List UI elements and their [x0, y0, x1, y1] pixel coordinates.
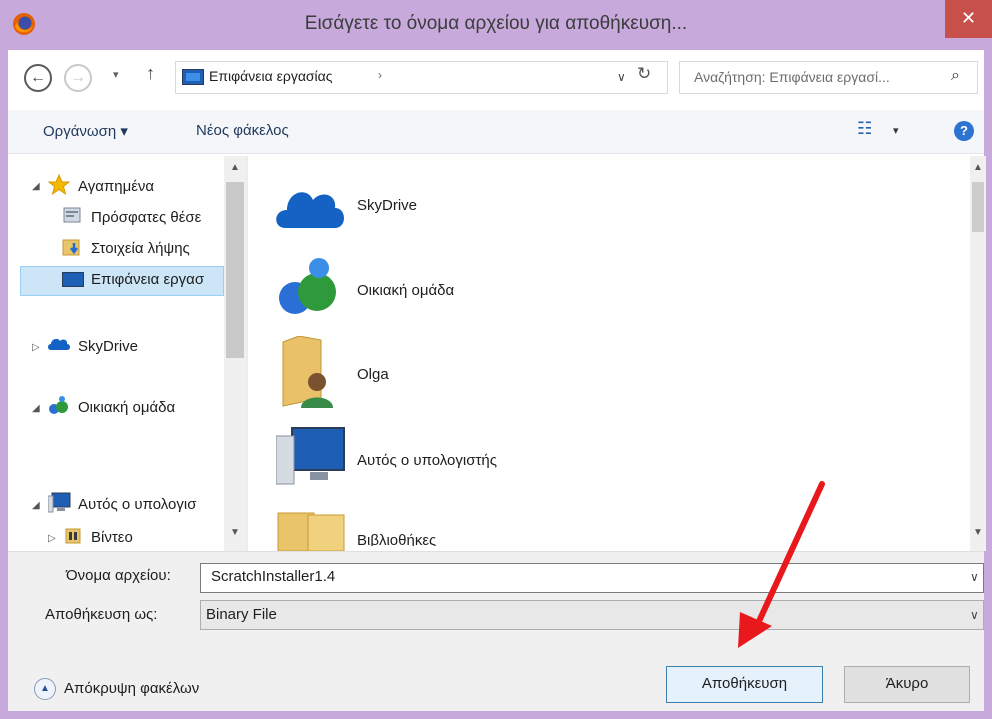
window-frame-left	[0, 50, 8, 719]
scroll-up-arrow-icon[interactable]: ▲	[973, 162, 983, 173]
save-button[interactable]: Αποθήκευση	[666, 666, 823, 703]
filename-dropdown-button[interactable]: ∨	[970, 570, 979, 584]
homegroup-icon	[47, 395, 71, 420]
libraries-icon	[276, 509, 348, 554]
star-icon	[47, 173, 71, 199]
forward-button[interactable]: →	[64, 64, 92, 92]
file-item-homegroup[interactable]: Οικιακή ομάδα	[357, 282, 454, 299]
refresh-button[interactable]: ↻	[637, 64, 651, 84]
scroll-down-arrow-icon[interactable]: ▼	[230, 527, 240, 538]
filename-label: Όνομα αρχείου:	[66, 567, 171, 584]
tree-item-recent-places[interactable]: Πρόσφατες θέσε	[91, 209, 201, 226]
close-button[interactable]: ✕	[945, 0, 992, 38]
scroll-down-arrow-icon[interactable]: ▼	[973, 527, 983, 538]
save-as-type-select[interactable]	[200, 600, 984, 630]
help-button[interactable]: ?	[954, 121, 974, 141]
view-options-icon[interactable]: ☷	[857, 119, 872, 139]
save-as-type-value[interactable]: Binary File	[206, 606, 277, 623]
recent-locations-button[interactable]: ▾	[113, 68, 119, 81]
search-placeholder: Αναζήτηση: Επιφάνεια εργασί...	[694, 69, 890, 85]
save-as-type-label: Αποθήκευση ως:	[45, 606, 158, 623]
tree-item-this-pc[interactable]: Αυτός ο υπολογισ	[78, 496, 196, 513]
videos-icon	[64, 527, 82, 548]
tree-item-homegroup[interactable]: Οικιακή ομάδα	[78, 399, 175, 416]
organize-button[interactable]: Οργάνωση ▾	[43, 122, 128, 140]
file-item-skydrive[interactable]: SkyDrive	[357, 197, 417, 214]
new-folder-button[interactable]: Νέος φάκελος	[196, 122, 289, 139]
collapse-arrow-icon[interactable]: ▷	[48, 533, 56, 544]
window-frame-bottom	[0, 711, 992, 719]
up-button[interactable]: ↑	[146, 63, 155, 84]
address-text[interactable]: Επιφάνεια εργασίας	[209, 68, 333, 84]
window-title: Εισάγετε το όνομα αρχείου για αποθήκευση…	[304, 13, 688, 34]
search-icon[interactable]: ⌕	[951, 67, 960, 85]
expand-arrow-icon[interactable]: ◢	[32, 403, 40, 414]
hide-folders-button[interactable]: ▲	[34, 678, 56, 700]
annotation-arrow	[738, 481, 825, 648]
back-button[interactable]: ←	[24, 64, 52, 92]
expand-arrow-icon[interactable]: ◢	[32, 500, 40, 511]
file-item-libraries[interactable]: Βιβλιοθήκες	[357, 532, 436, 546]
skydrive-icon	[275, 180, 345, 235]
navigation-pane-scroll-thumb[interactable]	[226, 182, 244, 358]
downloads-icon	[62, 237, 82, 260]
hide-folders-label[interactable]: Απόκρυψη φακέλων	[64, 680, 199, 697]
recent-places-icon	[62, 206, 82, 229]
tree-item-skydrive[interactable]: SkyDrive	[78, 338, 138, 355]
address-chevron-icon[interactable]: ›	[378, 68, 382, 82]
scroll-up-arrow-icon[interactable]: ▲	[230, 162, 240, 173]
file-item-this-pc[interactable]: Αυτός ο υπολογιστής	[357, 452, 497, 469]
desktop-icon	[182, 69, 204, 85]
command-toolbar	[8, 110, 984, 154]
filename-value[interactable]: ScratchInstaller1.4	[211, 568, 335, 585]
tree-item-downloads[interactable]: Στοιχεία λήψης	[91, 240, 190, 257]
tree-item-favorites[interactable]: Αγαπημένα	[78, 178, 154, 195]
view-dropdown-icon[interactable]: ▾	[893, 124, 899, 137]
tree-item-desktop[interactable]: Επιφάνεια εργασ	[91, 271, 204, 288]
desktop-icon	[62, 272, 84, 287]
cancel-button[interactable]: Άκυρο	[844, 666, 970, 703]
computer-icon	[47, 492, 72, 517]
skydrive-icon	[47, 334, 71, 355]
homegroup-icon	[275, 256, 343, 327]
tree-item-videos[interactable]: Βίντεο	[91, 529, 133, 546]
collapse-arrow-icon[interactable]: ▷	[32, 342, 40, 353]
save-as-type-dropdown-button[interactable]: ∨	[970, 608, 979, 622]
file-list-scroll-thumb[interactable]	[972, 182, 984, 232]
address-dropdown-button[interactable]: ∨	[617, 70, 626, 84]
computer-icon	[275, 424, 348, 491]
expand-arrow-icon[interactable]: ◢	[32, 181, 40, 192]
file-list-pane	[248, 156, 970, 551]
file-item-olga[interactable]: Olga	[357, 366, 389, 383]
user-folder-icon	[281, 335, 341, 413]
